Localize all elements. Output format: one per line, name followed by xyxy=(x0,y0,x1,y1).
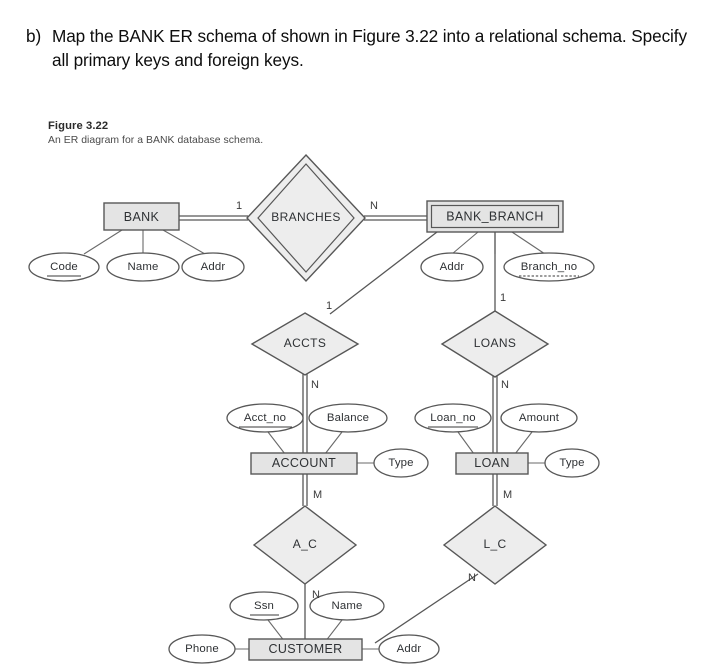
relationship-l-c-label: L_C xyxy=(483,537,506,551)
page-bottom-cutoff xyxy=(60,664,660,671)
attribute-loan-loan-no-label: Loan_no xyxy=(430,412,475,424)
attribute-customer-addr-label: Addr xyxy=(397,643,422,655)
attribute-bank-name[interactable]: Name xyxy=(106,252,180,282)
attribute-account-balance-label: Balance xyxy=(327,412,369,424)
question-body: Map the BANK ER schema of shown in Figur… xyxy=(52,26,687,71)
attribute-loan-type-label: Type xyxy=(559,457,584,469)
attribute-bank-name-label: Name xyxy=(128,261,159,273)
question-text: b) Map the BANK ER schema of shown in Fi… xyxy=(26,24,698,73)
cardinality-bankbranch-loans: 1 xyxy=(500,292,506,304)
entity-bank-branch[interactable]: BANK_BRANCH xyxy=(426,200,564,233)
attribute-customer-ssn[interactable]: Ssn xyxy=(229,591,299,621)
entity-loan[interactable]: LOAN xyxy=(455,452,529,475)
attribute-bank-addr[interactable]: Addr xyxy=(181,252,245,282)
attribute-account-acct-no[interactable]: Acct_no xyxy=(226,403,304,433)
attribute-account-acct-no-label: Acct_no xyxy=(244,412,286,424)
cardinality-loan-lc: M xyxy=(503,489,512,501)
relationship-accts-label: ACCTS xyxy=(284,336,326,350)
figure-caption-block: Figure 3.22 An ER diagram for a BANK dat… xyxy=(48,120,263,146)
attribute-bankbranch-branch-no[interactable]: Branch_no xyxy=(503,252,595,282)
attribute-account-balance[interactable]: Balance xyxy=(308,403,388,433)
relationship-loans-label: LOANS xyxy=(474,336,516,350)
figure-number: Figure 3.22 xyxy=(48,120,109,132)
question-marker: b) xyxy=(26,26,42,46)
attribute-account-type-label: Type xyxy=(388,457,413,469)
attribute-bank-code-label: Code xyxy=(50,261,78,273)
figure-caption: An ER diagram for a BANK database schema… xyxy=(48,135,264,146)
attribute-loan-loan-no[interactable]: Loan_no xyxy=(414,403,492,433)
entity-loan-label: LOAN xyxy=(474,456,509,470)
entity-bank-branch-label: BANK_BRANCH xyxy=(446,209,544,223)
attribute-bank-addr-label: Addr xyxy=(201,261,226,273)
entity-account-label: ACCOUNT xyxy=(272,456,336,470)
relationship-l-c[interactable]: L_C xyxy=(442,505,548,585)
relationship-branches[interactable]: BRANCHES xyxy=(246,153,366,283)
cardinality-bank-branches: 1 xyxy=(236,200,242,212)
attribute-bankbranch-addr[interactable]: Addr xyxy=(420,252,484,282)
attribute-customer-name-label: Name xyxy=(332,600,363,612)
attribute-customer-phone[interactable]: Phone xyxy=(168,634,236,664)
relationship-loans[interactable]: LOANS xyxy=(440,310,550,378)
attribute-bank-code[interactable]: Code xyxy=(28,252,100,282)
cardinality-loans-loan: N xyxy=(501,379,509,391)
cardinality-branches-bankbranch: N xyxy=(370,200,378,212)
er-diagram-svg: .ent-box { fill:#e4e4e4; stroke:#575757;… xyxy=(28,153,600,664)
attribute-loan-amount[interactable]: Amount xyxy=(500,403,578,433)
attribute-account-type[interactable]: Type xyxy=(373,448,429,478)
relationship-accts[interactable]: ACCTS xyxy=(250,312,360,376)
attribute-bankbranch-addr-label: Addr xyxy=(440,261,465,273)
entity-customer[interactable]: CUSTOMER xyxy=(248,638,363,661)
relationship-branches-label: BRANCHES xyxy=(271,210,340,224)
entity-account[interactable]: ACCOUNT xyxy=(250,452,358,475)
cardinality-lc-customer: N xyxy=(468,572,476,584)
cardinality-ac-customer: N xyxy=(312,589,320,601)
attribute-customer-addr[interactable]: Addr xyxy=(378,634,440,664)
cardinality-accts-account: N xyxy=(311,379,319,391)
attribute-loan-type[interactable]: Type xyxy=(544,448,600,478)
entity-bank[interactable]: BANK xyxy=(103,202,180,231)
relationship-a-c[interactable]: A_C xyxy=(252,505,358,585)
attribute-bankbranch-branch-no-label: Branch_no xyxy=(521,261,577,273)
attribute-customer-ssn-label: Ssn xyxy=(254,600,274,612)
entity-bank-label: BANK xyxy=(124,210,160,224)
attribute-customer-name[interactable]: Name xyxy=(309,591,385,621)
cardinality-bankbranch-accts: 1 xyxy=(326,300,332,312)
relationship-a-c-label: A_C xyxy=(293,537,317,551)
er-diagram: .ent-box { fill:#e4e4e4; stroke:#575757;… xyxy=(0,150,728,671)
attribute-loan-amount-label: Amount xyxy=(519,412,560,424)
attribute-customer-phone-label: Phone xyxy=(185,643,219,655)
entity-customer-label: CUSTOMER xyxy=(268,642,342,656)
cardinality-account-ac: M xyxy=(313,489,322,501)
